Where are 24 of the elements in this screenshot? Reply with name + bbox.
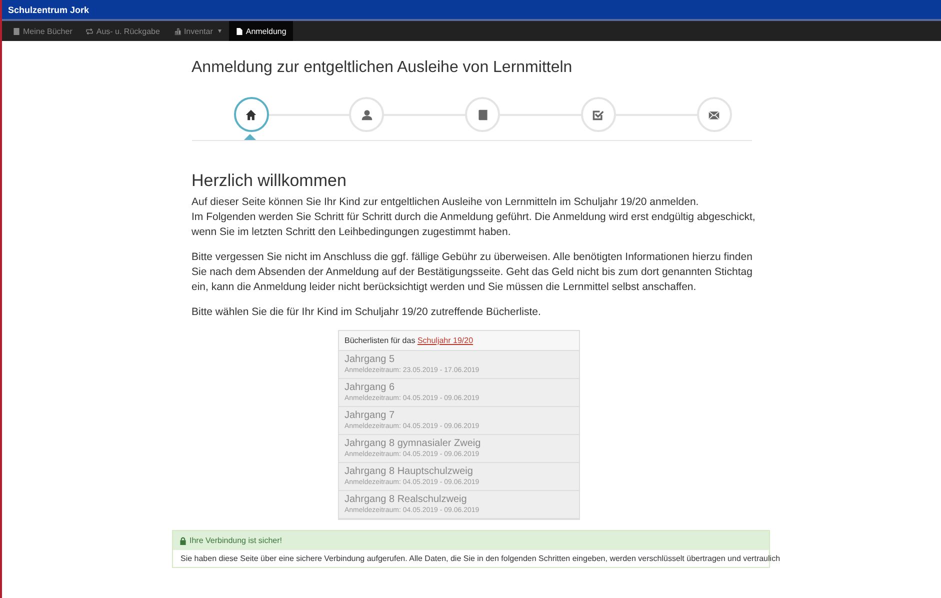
file-icon — [236, 28, 243, 34]
nav-tab[interactable]: Anmeldung — [228, 21, 294, 41]
paragraph: Bitte wählen Sie die für Ihr Kind im Schuljahr 19/20 zutreffende Bücherliste. — [192, 305, 542, 320]
user-icon — [360, 108, 373, 120]
paragraph: Auf dieser Seite können Sie Ihr Kind zur entgeltlichen Ausleihe von Lernmitteln im Schuljahr 19/20 anmelden. Im Folgenden werden Sie Schritt für Schritt durch die Anmeldung geführt. Die Anmeldung wird erst endgültig abgeschickt, wenn Sie im letzten Schritt den Leihbedingungen zugestimmt haben. — [192, 195, 756, 240]
paragraph: Bitte vergessen Sie nicht im Anschluss die ggf. fällige Gebühr zu überweisen. Alle benötigten Informationen hierzu finden Sie nach dem Absenden der Anmeldung auf der Bestätigungsseite. Geht das Geld nicht bis zum dort genannten Stichtag ein, kann die Anmeldung leider nicht berücksichtigt werden und Sie müssen die Lernmittel selbst anschaffen. — [192, 250, 754, 295]
app-title: Schulzentrum Jork — [8, 4, 90, 14]
book-icon — [476, 108, 488, 120]
page-title: Anmeldung zur entgeltlichen Ausleihe von Lernmitteln — [192, 59, 574, 77]
nav-tab[interactable]: Meine Bücher — [6, 21, 80, 41]
section-heading: Herzlich willkommen — [192, 171, 348, 191]
step-button[interactable] — [234, 97, 268, 132]
mail-icon — [708, 108, 720, 120]
alert-title: Ihre Verbindung ist sicher! — [190, 536, 282, 545]
home-icon — [245, 108, 257, 120]
swap-icon — [86, 28, 94, 34]
book-icon — [13, 28, 20, 34]
list-header: Bücherlisten für das — [344, 336, 416, 345]
checkbox-icon — [592, 108, 604, 120]
lock-icon — [178, 536, 186, 544]
alert-text: Sie haben diese Seite über eine sichere Verbindung aufgerufen. Alle Daten, die Sie in den folgenden Schritten eingeben, werden verschlüsselt übertragen und vertraulich — [180, 554, 780, 563]
bar-chart-icon — [174, 28, 181, 34]
school-year-link[interactable]: Schuljahr 19/20 — [417, 336, 474, 345]
nav-tab[interactable]: Aus- u. Rückgabe — [79, 21, 167, 41]
